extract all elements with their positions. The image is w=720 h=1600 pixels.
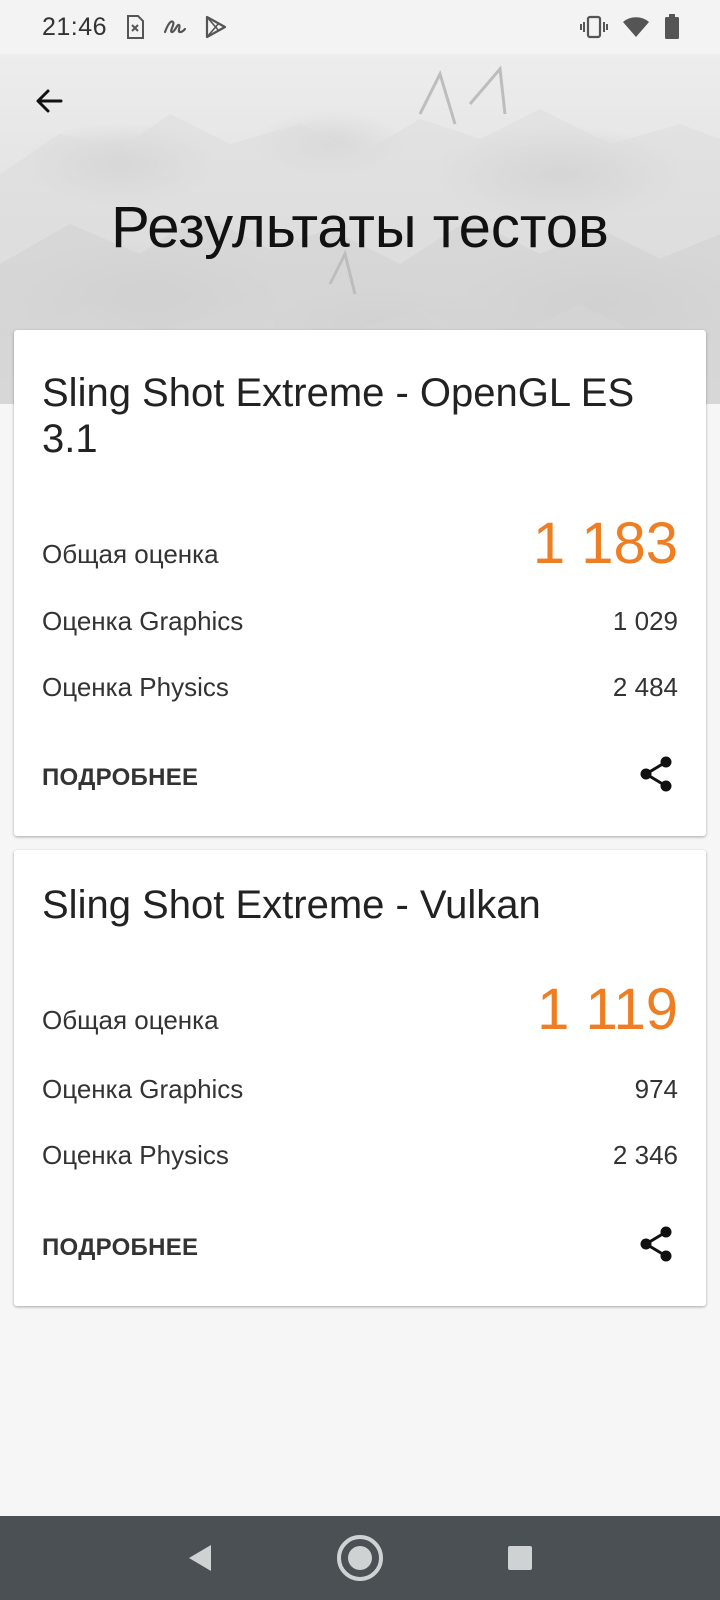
status-bar: 21:46 — [0, 0, 720, 54]
overall-score-label: Общая оценка — [42, 1005, 219, 1035]
page-title: Результаты тестов — [111, 195, 609, 260]
card-title: Sling Shot Extreme - OpenGL ES 3.1 — [42, 371, 635, 461]
physics-score-value: 2 346 — [612, 1140, 678, 1170]
card-title: Sling Shot Extreme - Vulkan — [42, 883, 541, 927]
graphics-score-label: Оценка Graphics — [42, 606, 244, 636]
graphics-score-row: Оценка Graphics 974 — [42, 1074, 678, 1105]
graphics-score-value: 974 — [634, 1074, 678, 1104]
nav-recents-button[interactable] — [490, 1528, 550, 1588]
status-time: 21:46 — [42, 12, 108, 41]
share-icon — [640, 1226, 672, 1262]
overall-score-label: Общая оценка — [42, 539, 219, 569]
battery-icon — [664, 14, 680, 40]
signature-icon — [163, 16, 187, 38]
system-nav-bar — [0, 1516, 720, 1600]
graphics-score-value: 1 029 — [612, 606, 678, 636]
nav-home-button[interactable] — [330, 1528, 390, 1588]
details-button[interactable]: ПОДРОБНЕЕ — [42, 764, 198, 792]
physics-score-value: 2 484 — [612, 672, 678, 702]
overall-score-row: Общая оценка 1 183 — [42, 510, 678, 577]
overall-score-value: 1 119 — [537, 977, 678, 1042]
system-icons — [580, 14, 680, 40]
graphics-score-row: Оценка Graphics 1 029 — [42, 606, 678, 637]
nav-back-button[interactable] — [170, 1528, 230, 1588]
physics-score-row: Оценка Physics 2 346 — [42, 1140, 678, 1171]
result-card-vulkan: Sling Shot Extreme - Vulkan Общая оценка… — [14, 850, 706, 1306]
sim-error-icon — [125, 14, 145, 40]
result-card-opengl: Sling Shot Extreme - OpenGL ES 3.1 Общая… — [14, 330, 706, 836]
wifi-icon — [622, 16, 650, 38]
physics-score-row: Оценка Physics 2 484 — [42, 672, 678, 703]
overall-score-value: 1 183 — [532, 511, 678, 576]
physics-score-label: Оценка Physics — [42, 672, 229, 702]
home-circle-icon — [337, 1535, 383, 1581]
share-button[interactable] — [634, 752, 678, 796]
details-button[interactable]: ПОДРОБНЕЕ — [42, 1234, 198, 1262]
overall-score-row: Общая оценка 1 119 — [42, 976, 678, 1043]
notification-icons — [125, 14, 227, 40]
share-icon — [640, 756, 672, 792]
back-button[interactable] — [24, 76, 74, 126]
back-triangle-icon — [189, 1545, 211, 1571]
back-arrow-icon — [36, 89, 63, 113]
graphics-score-label: Оценка Graphics — [42, 1074, 244, 1104]
recents-square-icon — [508, 1546, 532, 1570]
play-store-icon — [205, 15, 227, 39]
physics-score-label: Оценка Physics — [42, 1140, 229, 1170]
vibrate-icon — [580, 15, 608, 39]
share-button[interactable] — [634, 1222, 678, 1266]
